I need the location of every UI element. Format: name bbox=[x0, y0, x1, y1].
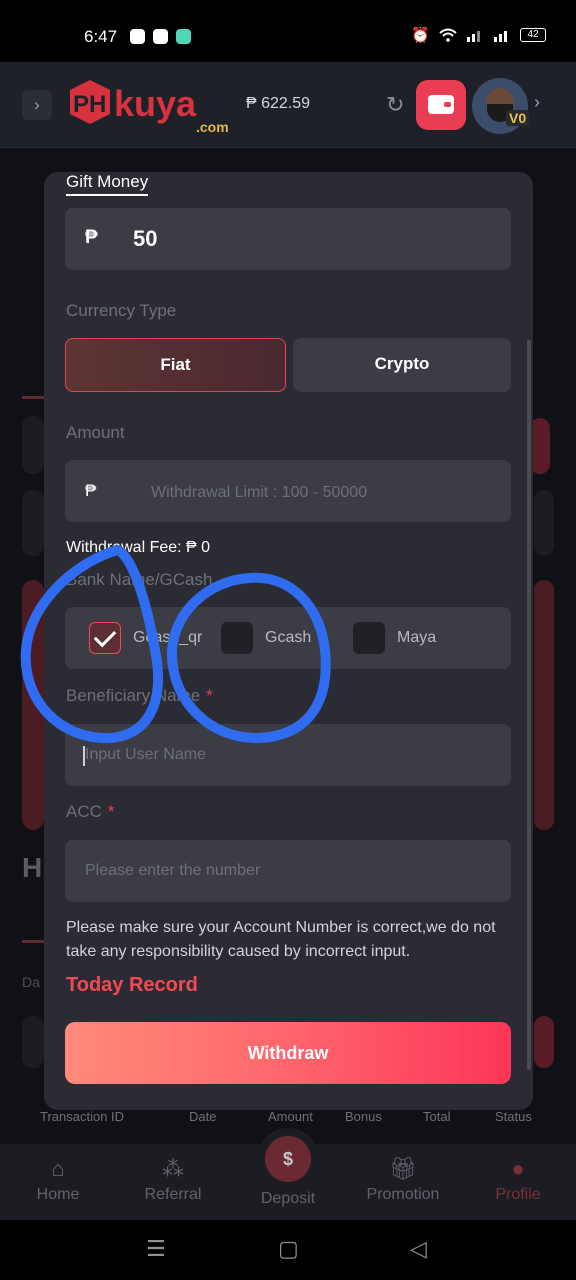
status-time: 6:47 bbox=[84, 27, 118, 46]
amount-input[interactable]: ₱ Withdrawal Limit : 100 - 50000 bbox=[65, 460, 511, 522]
modal-title: Gift Money bbox=[66, 172, 149, 196]
withdrawal-fee: Withdrawal Fee: ₱ 0 bbox=[66, 539, 211, 556]
system-navigation-bar: ☰ ▢ ◁ bbox=[0, 1220, 576, 1280]
amount-label: Amount bbox=[66, 423, 125, 442]
nav-profile[interactable]: ● Profile bbox=[468, 1156, 568, 1204]
referral-icon: ⁂ bbox=[162, 1156, 184, 1181]
transaction-table-header: Transaction ID Date Amount Bonus Total S… bbox=[0, 1109, 576, 1129]
fiat-option[interactable]: Fiat bbox=[65, 338, 286, 392]
wallet-balance: ₱ 622.59 bbox=[246, 95, 311, 112]
beneficiary-name-input[interactable]: Input User Name bbox=[65, 724, 511, 786]
acc-number-input[interactable]: Please enter the number bbox=[65, 840, 511, 902]
deposit-icon: $ bbox=[265, 1136, 311, 1182]
nav-promotion[interactable]: 🎁︎ Promotion bbox=[353, 1156, 453, 1204]
alarm-icon: ⏰ bbox=[411, 27, 430, 44]
app-header: › PH kuya .com ₱ 622.59 ↻ V0 › bbox=[0, 62, 576, 148]
column-total: Total bbox=[423, 1109, 451, 1124]
bank-name-label: Bank Name/GCash bbox=[66, 570, 213, 589]
bottom-navigation: ⌂ Home ⁂ Referral $ Deposit 🎁︎ Promotion… bbox=[0, 1128, 576, 1220]
gift-icon: 🎁︎ bbox=[389, 1156, 417, 1181]
home-square-icon[interactable]: ▢ bbox=[278, 1236, 299, 1262]
svg-text:PH: PH bbox=[73, 91, 106, 118]
svg-text:kuya: kuya bbox=[114, 83, 197, 124]
gift-money-value: 50 bbox=[133, 226, 158, 251]
battery-icon: 42 bbox=[520, 28, 546, 42]
column-bonus: Bonus bbox=[345, 1109, 382, 1124]
today-record-link[interactable]: Today Record bbox=[66, 974, 198, 997]
deposit-button[interactable]: $ bbox=[257, 1128, 319, 1190]
nav-deposit-label[interactable]: Deposit bbox=[238, 1190, 338, 1208]
message-notification-icon bbox=[176, 29, 191, 44]
crypto-option[interactable]: Crypto bbox=[293, 338, 511, 392]
wallet-icon bbox=[428, 95, 454, 114]
peso-icon: ₱ bbox=[85, 481, 97, 500]
recent-apps-icon[interactable]: ☰ bbox=[146, 1236, 166, 1262]
nav-referral[interactable]: ⁂ Referral bbox=[123, 1156, 223, 1204]
app-notification-icon bbox=[130, 29, 145, 44]
withdraw-modal: Gift Money ₱ 50 Currency Type Fiat Crypt… bbox=[44, 172, 533, 1110]
signal-icon bbox=[467, 31, 480, 42]
phkuya-logo[interactable]: PH kuya .com bbox=[68, 78, 234, 136]
wifi-icon bbox=[439, 28, 457, 42]
gift-money-field: ₱ 50 bbox=[65, 208, 511, 270]
profile-icon: ● bbox=[511, 1156, 525, 1181]
peso-icon: ₱ bbox=[85, 227, 98, 248]
svg-text:.com: .com bbox=[196, 119, 229, 135]
sidebar-toggle-button[interactable]: › bbox=[22, 90, 52, 120]
home-icon: ⌂ bbox=[51, 1156, 65, 1181]
column-transaction-id: Transaction ID bbox=[40, 1109, 125, 1124]
back-icon[interactable]: ◁ bbox=[410, 1236, 427, 1262]
amount-placeholder: Withdrawal Limit : 100 - 50000 bbox=[151, 484, 368, 501]
modal-scrollbar[interactable] bbox=[527, 340, 531, 1070]
shopee-notification-icon bbox=[153, 29, 168, 44]
bank-options: Gcash_qr Gcash Maya bbox=[65, 607, 511, 669]
currency-type-label: Currency Type bbox=[66, 301, 177, 320]
signal-icon-2 bbox=[494, 31, 507, 42]
beneficiary-name-label: Beneficiary Name * bbox=[66, 686, 213, 705]
status-bar: 6:47 ⏰ 42 bbox=[0, 0, 576, 62]
bank-option-maya[interactable]: Maya bbox=[353, 621, 436, 655]
column-date: Date bbox=[189, 1109, 217, 1124]
checkbox-icon[interactable] bbox=[221, 622, 253, 654]
chevron-right-icon[interactable]: › bbox=[534, 92, 540, 113]
checkbox-icon[interactable] bbox=[353, 622, 385, 654]
bank-option-gcash-qr[interactable]: Gcash_qr bbox=[89, 621, 202, 655]
checkbox-checked-icon[interactable] bbox=[89, 622, 121, 654]
acc-label: ACC * bbox=[66, 802, 115, 821]
background-heading: H bbox=[22, 852, 43, 883]
refresh-icon[interactable]: ↻ bbox=[386, 92, 404, 118]
column-amount: Amount bbox=[268, 1109, 313, 1124]
column-status: Status bbox=[495, 1109, 532, 1124]
withdraw-button[interactable]: Withdraw bbox=[65, 1022, 511, 1084]
wallet-button[interactable] bbox=[416, 80, 466, 130]
bank-option-gcash[interactable]: Gcash bbox=[221, 621, 311, 655]
nav-home[interactable]: ⌂ Home bbox=[8, 1156, 108, 1204]
account-warning-note: Please make sure your Account Number is … bbox=[66, 919, 496, 960]
vip-badge: V0 bbox=[506, 110, 530, 126]
